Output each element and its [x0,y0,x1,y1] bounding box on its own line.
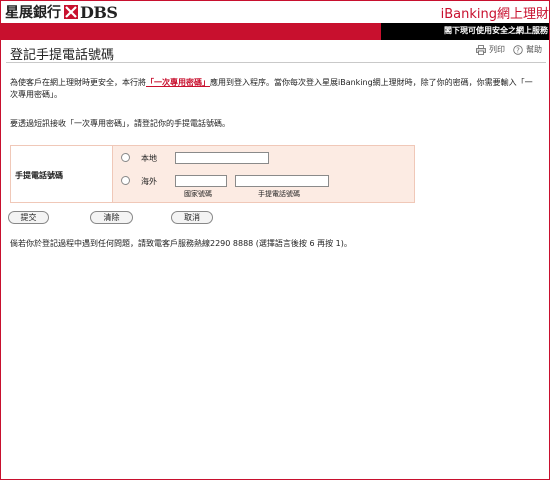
help-icon: ? [513,44,523,55]
overseas-radio[interactable] [121,176,130,185]
title-divider [6,62,546,63]
page-tools: 列印 ? 幫助 [476,44,542,55]
page-title: 登記手提電話號碼 [10,48,115,63]
local-radio[interactable] [121,153,130,162]
intro-part1: 為使客戶在網上理財時更安全，本行將 [10,78,146,87]
mobile-form: 手提電話號碼 本地 海外 國家號碼 手提電話號碼 [10,145,415,203]
overseas-mobile-input[interactable] [235,175,329,187]
hotline-text: 倘若你於登記過程中遇到任何問題，請致電客戶服務熱線2290 8888 (選擇語言… [10,239,352,248]
otp-link[interactable]: 「一次專用密碼」 [146,78,210,87]
help-button[interactable]: ? 幫助 [513,44,542,55]
print-label: 列印 [489,45,505,54]
logo-chinese-name: 星展銀行 [5,5,61,21]
country-code-input[interactable] [175,175,227,187]
field-label-cell: 手提電話號碼 [11,146,113,202]
instruction-text: 要透過短訊接收「一次專用密碼」，請登記你的手提電話號碼。 [10,119,230,128]
local-mobile-input[interactable] [175,152,269,164]
brand-title: iBanking網上理財 [440,7,549,22]
red-banner [1,23,381,40]
help-label: 幫助 [526,45,542,54]
overseas-label: 海外 [141,177,157,186]
clear-button[interactable]: 清除 [90,211,133,224]
submit-button[interactable]: 提交 [8,211,49,224]
svg-text:?: ? [516,46,520,54]
cancel-button[interactable]: 取消 [171,211,213,224]
dbs-x-icon [64,5,78,19]
local-label: 本地 [141,154,157,163]
mobile-number-label: 手提電話號碼 [258,190,300,198]
logo-english-name: DBS [80,2,118,22]
dbs-logo[interactable]: 星展銀行 DBS [5,2,118,22]
printer-icon [476,44,486,55]
intro-text: 為使客戶在網上理財時更安全，本行將「一次專用密碼」應用到登入程序。當你每次登入星… [10,77,540,101]
header: 星展銀行 DBS iBanking網上理財 [1,1,549,23]
mobile-field-label: 手提電話號碼 [15,171,63,180]
country-code-label: 國家號碼 [184,190,212,198]
security-warning: 閣下現可使用安全之網上服務 [444,26,548,35]
print-button[interactable]: 列印 [476,44,505,55]
